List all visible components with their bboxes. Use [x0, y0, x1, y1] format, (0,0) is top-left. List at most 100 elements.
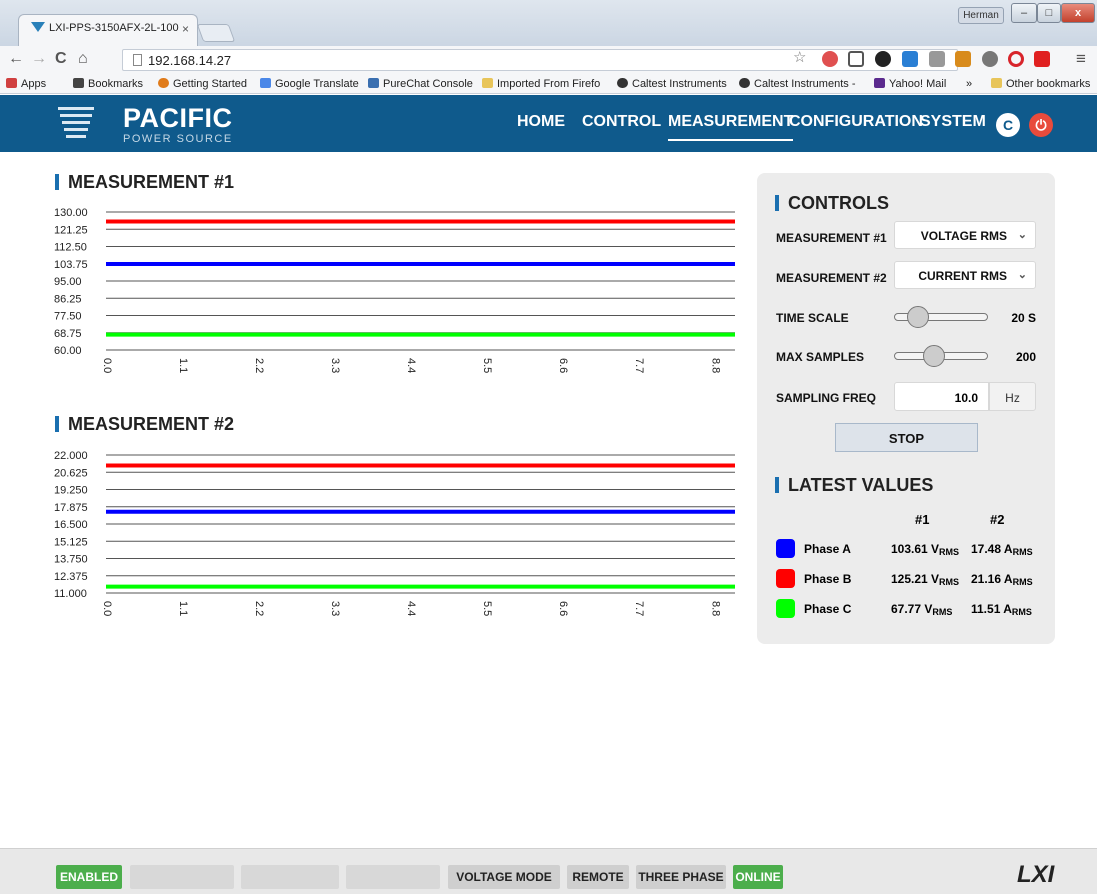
stop-button[interactable]: STOP — [835, 423, 978, 452]
bookmark-star-icon[interactable]: ☆ — [793, 48, 806, 66]
measurement2-x-tick: 5.5 — [481, 601, 493, 616]
measurement2-x-tick: 8.8 — [709, 601, 721, 616]
bookmark-item[interactable]: Google Translate — [260, 78, 359, 90]
bookmark-item[interactable]: Apps — [6, 78, 46, 90]
caltest-icon — [617, 78, 628, 88]
profile-button[interactable]: Herman — [958, 7, 1004, 24]
down-arrow-icon[interactable] — [1034, 51, 1050, 67]
maximize-button[interactable]: □ — [1037, 3, 1061, 23]
pacific-logo-icon — [58, 105, 94, 141]
latest-value: 125.21 VRMS — [891, 572, 960, 587]
measurement2-title: MEASUREMENT #2 — [55, 414, 234, 435]
folder-icon — [991, 78, 1002, 88]
measurement1-title: MEASUREMENT #1 — [55, 172, 234, 193]
bookmark-item[interactable]: Other bookmarks — [991, 78, 1090, 90]
measurement2-x-tick: 3.3 — [329, 601, 341, 616]
nav-control[interactable]: CONTROL — [582, 113, 661, 131]
extension-icon[interactable] — [929, 51, 945, 67]
refresh-button[interactable]: C — [996, 113, 1020, 137]
maxsamples-slider[interactable] — [894, 345, 988, 367]
sampfreq-unit: Hz — [989, 382, 1036, 411]
measurement2-y-tick: 17.875 — [54, 502, 88, 514]
measurement1-x-tick: 7.7 — [633, 358, 645, 373]
measurement1-y-tick: 68.75 — [54, 328, 82, 340]
latest-value: 67.77 VRMS — [891, 602, 953, 617]
chat-icon — [368, 78, 379, 88]
measurement2-x-tick: 7.7 — [633, 601, 645, 616]
measurement2-y-tick: 15.125 — [54, 536, 88, 548]
measurement2-x-tick: 1.1 — [177, 601, 189, 616]
measurement1-y-tick: 103.75 — [54, 259, 88, 271]
enabled-badge: ENABLED — [56, 865, 122, 889]
bookmark-item[interactable]: PureChat Console — [368, 78, 473, 90]
status-bar: ENABLED VOLTAGE MODE REMOTE THREE PHASE … — [0, 848, 1097, 894]
browser-tab[interactable]: LXI-PPS-3150AFX-2L-100 × — [18, 14, 198, 46]
latest-col1-header: #1 — [915, 512, 930, 527]
caltest-icon — [739, 78, 750, 88]
brand-subtitle: POWER SOURCE — [123, 133, 233, 145]
lxi-logo: LXI — [1017, 861, 1055, 888]
menu-icon[interactable]: ≡ — [1076, 49, 1086, 69]
remote-badge: REMOTE — [567, 865, 629, 889]
bookmarks-overflow-button[interactable]: » — [966, 78, 972, 90]
status-slot-empty — [346, 865, 440, 889]
nav-system[interactable]: SYSTEM — [920, 113, 986, 131]
latest-value: 11.51 ARMS — [971, 602, 1032, 617]
opera-icon[interactable] — [1008, 51, 1024, 67]
timescale-slider[interactable] — [894, 306, 988, 328]
measurement1-y-tick: 130.00 — [54, 207, 88, 219]
translate-icon — [260, 78, 271, 88]
tab-close-icon[interactable]: × — [182, 22, 189, 36]
maxsamples-label: MAX SAMPLES — [776, 350, 865, 364]
bookmark-item[interactable]: Caltest Instruments — [617, 78, 727, 90]
bookmark-item[interactable]: Caltest Instruments - — [739, 78, 855, 90]
latest-col2-header: #2 — [990, 512, 1005, 527]
star-icon — [73, 78, 84, 88]
home-icon[interactable]: ⌂ — [78, 50, 88, 68]
back-icon[interactable]: ← — [8, 50, 24, 68]
reload-icon[interactable]: C — [55, 50, 67, 68]
forward-icon[interactable]: → — [31, 50, 47, 68]
measurement1-x-tick: 5.5 — [481, 358, 493, 373]
measurement2-y-tick: 16.500 — [54, 519, 88, 531]
cast-icon[interactable] — [848, 51, 864, 67]
measurement1-x-tick: 6.6 — [557, 358, 569, 373]
controls-panel: CONTROLS MEASUREMENT #1 VOLTAGE RMS ⌄ ME… — [757, 173, 1055, 644]
extension-icon[interactable] — [902, 51, 918, 67]
page-icon — [133, 54, 142, 66]
measurement2-y-tick: 20.625 — [54, 467, 88, 479]
measurement1-chart: 130.00 121.25 112.50 103.75 95.00 86.25 77.50 6… — [54, 207, 735, 373]
bookmark-item[interactable]: Yahoo! Mail — [874, 78, 946, 90]
voltage-mode-badge: VOLTAGE MODE — [448, 865, 560, 889]
measurement1-x-tick: 4.4 — [405, 358, 417, 373]
bookmark-item[interactable]: Bookmarks — [73, 78, 143, 90]
nav-measurement[interactable]: MEASUREMENT — [668, 113, 794, 141]
download-icon[interactable] — [955, 51, 971, 67]
chevron-down-icon: ⌄ — [1017, 229, 1027, 241]
extension-icon[interactable] — [822, 51, 838, 67]
extension-icon[interactable] — [982, 51, 998, 67]
nav-configuration[interactable]: CONFIGURATION — [789, 113, 923, 131]
latest-values-title: LATEST VALUES — [775, 475, 933, 496]
nav-home[interactable]: HOME — [517, 113, 565, 131]
window-close-button[interactable]: x — [1061, 3, 1095, 23]
timescale-label: TIME SCALE — [776, 311, 849, 325]
browser-toolbar: ← → C ⌂ 192.168.14.27 ☆ ≡ — [0, 46, 1097, 74]
measurement2-select[interactable]: CURRENT RMS ⌄ — [894, 261, 1036, 289]
sampfreq-input[interactable]: 10.0 — [894, 382, 989, 411]
new-tab-button[interactable] — [196, 24, 236, 42]
slider-knob[interactable] — [923, 345, 946, 367]
timescale-value: 20 S — [1011, 311, 1036, 325]
maxsamples-value: 200 — [1015, 350, 1036, 364]
bookmark-item[interactable]: Imported From Firefo — [482, 78, 600, 90]
color-swatch — [776, 539, 795, 558]
minimize-button[interactable]: – — [1011, 3, 1037, 23]
firefox-icon — [158, 78, 169, 88]
measurement1-select[interactable]: VOLTAGE RMS ⌄ — [894, 221, 1036, 249]
power-button[interactable]: ⏻ — [1029, 113, 1053, 137]
measurement2-y-tick: 12.375 — [54, 571, 88, 583]
slider-knob[interactable] — [907, 306, 930, 328]
latest-value: 21.16 ARMS — [971, 572, 1033, 587]
bookmark-item[interactable]: Getting Started — [158, 78, 247, 90]
extension-icon[interactable] — [875, 51, 891, 67]
